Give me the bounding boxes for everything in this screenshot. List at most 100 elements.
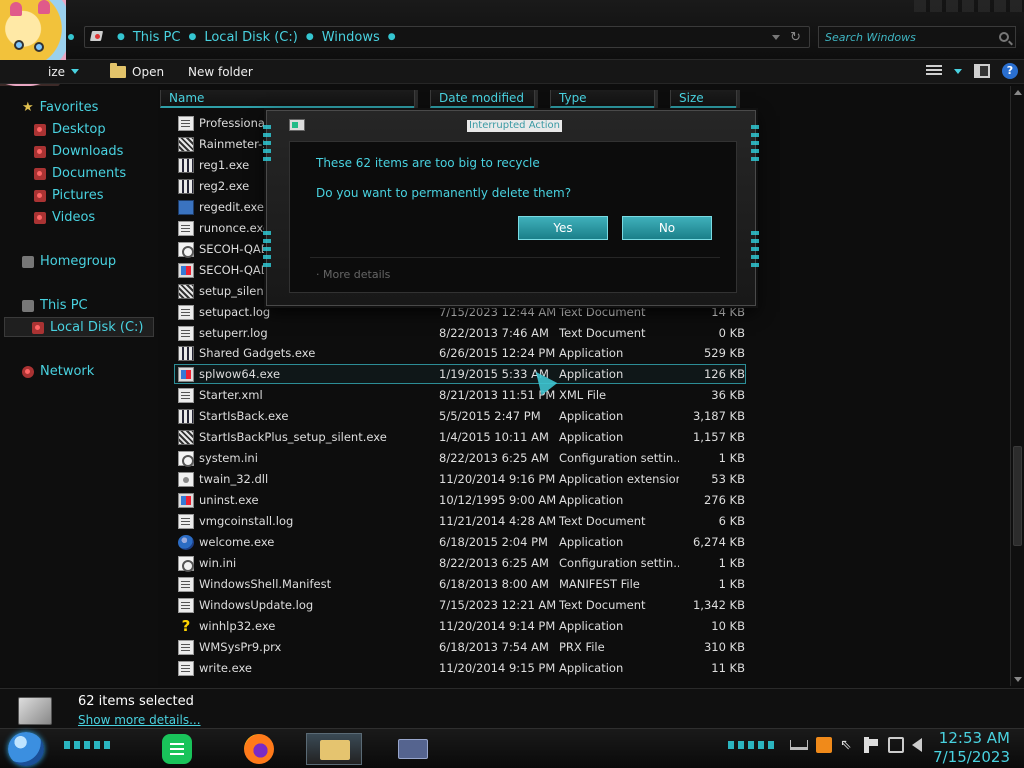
- address-bar[interactable]: ● This PC ● Local Disk (C:) ● Windows ● …: [84, 26, 810, 48]
- file-row[interactable]: system.ini 8/22/2013 6:25 AM Configuration…: [174, 448, 746, 468]
- search-input[interactable]: [825, 30, 985, 44]
- file-explorer-icon: [320, 740, 350, 760]
- breadcrumb-separator[interactable]: ●: [306, 32, 314, 42]
- scroll-up-icon[interactable]: [1014, 90, 1022, 95]
- nav-documents[interactable]: Documents: [34, 166, 126, 181]
- file-row[interactable]: uninst.exe 10/12/1995 9:00 AM Application 2…: [174, 490, 746, 510]
- nav-pictures-label: Pictures: [52, 188, 104, 203]
- chevron-down-icon: [71, 69, 80, 74]
- file-row[interactable]: setuperr.log 8/22/2013 7:46 AM Text Docume…: [174, 323, 746, 343]
- column-header-date[interactable]: Date modified: [430, 90, 538, 108]
- history-dropdown-icon[interactable]: [772, 34, 781, 40]
- new-folder-button[interactable]: New folder: [188, 65, 253, 79]
- search-icon[interactable]: [999, 32, 1009, 42]
- titlebar-decoration: [914, 0, 1024, 12]
- show-more-details-link[interactable]: Show more details...: [78, 713, 201, 727]
- log-file-icon: [178, 660, 194, 676]
- breadcrumb-this-pc[interactable]: This PC: [133, 30, 181, 45]
- log-file-icon: [178, 576, 194, 592]
- nav-downloads[interactable]: Downloads: [34, 144, 123, 159]
- breadcrumb-separator[interactable]: ●: [188, 32, 196, 42]
- keyboard-icon[interactable]: [790, 740, 808, 750]
- start-button[interactable]: [8, 732, 44, 766]
- nav-desktop[interactable]: Desktop: [34, 122, 106, 137]
- nav-videos[interactable]: Videos: [34, 210, 95, 225]
- ini-file-icon: [178, 451, 194, 468]
- file-type: Application extension: [559, 472, 679, 487]
- nav-this-pc[interactable]: This PC: [22, 298, 88, 313]
- globe-file-icon: [178, 535, 194, 550]
- network-status-icon[interactable]: [888, 737, 904, 753]
- no-button[interactable]: No: [622, 216, 712, 240]
- dialog-message: These 62 items are too big to recycle: [316, 156, 540, 170]
- file-row[interactable]: write.exe 11/20/2014 9:15 PM Application 11…: [174, 658, 746, 678]
- more-details-toggle[interactable]: · More details: [316, 268, 390, 281]
- preview-pane-icon[interactable]: [974, 64, 990, 78]
- action-center-flag-icon[interactable]: [864, 737, 880, 753]
- taskbar-notes-app[interactable]: [150, 733, 206, 765]
- breadcrumb-local-disk[interactable]: Local Disk (C:): [204, 30, 297, 45]
- setupreg-file-icon: [178, 178, 194, 194]
- file-row[interactable]: twain_32.dll 11/20/2014 9:16 PM Applicatio…: [174, 469, 746, 489]
- file-row[interactable]: vmgcoinstall.log 11/21/2014 4:28 AM Text D…: [174, 511, 746, 531]
- column-resize-handle[interactable]: [654, 90, 658, 108]
- column-header-name[interactable]: Name: [160, 90, 418, 108]
- nav-network-label: Network: [40, 364, 95, 379]
- dialog-titlebar[interactable]: Interrupted Action: [267, 111, 755, 139]
- organize-button[interactable]: ize: [48, 65, 80, 79]
- column-resize-handle[interactable]: [534, 90, 538, 108]
- file-row[interactable]: StartIsBackPlus_setup_silent.exe 1/4/2015…: [174, 427, 746, 447]
- file-row[interactable]: welcome.exe 6/18/2015 2:04 PM Application 6…: [174, 532, 746, 552]
- column-resize-handle[interactable]: [414, 90, 418, 108]
- breadcrumb-separator[interactable]: ●: [117, 32, 125, 42]
- vertical-scrollbar[interactable]: [1010, 86, 1024, 686]
- file-row[interactable]: win.ini 8/22/2013 6:25 AM Configuration se…: [174, 553, 746, 573]
- nav-favorites[interactable]: ★ Favorites: [22, 100, 98, 115]
- pointer-icon[interactable]: ⇖: [840, 737, 856, 753]
- log-file-icon: [178, 639, 194, 655]
- taskbar-window-app[interactable]: [386, 733, 442, 765]
- scrollbar-thumb[interactable]: [1013, 446, 1022, 546]
- ini-file-icon: [178, 241, 194, 258]
- nav-homegroup[interactable]: Homegroup: [22, 254, 116, 269]
- java-icon[interactable]: [816, 737, 832, 753]
- breadcrumb-windows[interactable]: Windows: [322, 30, 380, 45]
- nav-pictures[interactable]: Pictures: [34, 188, 103, 203]
- nav-local-disk[interactable]: Local Disk (C:): [32, 320, 143, 335]
- view-options-chevron-icon[interactable]: [954, 68, 962, 74]
- open-label: Open: [132, 64, 165, 79]
- file-row[interactable]: Starter.xml 8/21/2013 11:51 PM XML File 36 …: [174, 385, 746, 405]
- open-button[interactable]: Open: [110, 62, 165, 79]
- file-date: 6/18/2013 8:00 AM: [439, 576, 549, 591]
- file-row[interactable]: WMSysPr9.prx 6/18/2013 7:54 AM PRX File 310…: [174, 637, 746, 657]
- breadcrumb-separator[interactable]: ●: [388, 32, 396, 42]
- column-header-size[interactable]: Size: [670, 90, 740, 108]
- file-row[interactable]: ? winhlp32.exe 11/20/2014 9:14 PM Applicati…: [174, 616, 746, 636]
- yes-button[interactable]: Yes: [518, 216, 608, 240]
- column-header-type[interactable]: Type: [550, 90, 658, 108]
- file-size: 6,274 KB: [692, 535, 745, 549]
- help-icon[interactable]: ?: [1002, 63, 1018, 79]
- file-row[interactable]: StartIsBack.exe 5/5/2015 2:47 PM Applicati…: [174, 406, 746, 426]
- expand-icon: ·: [316, 268, 323, 281]
- file-row[interactable]: WindowsUpdate.log 7/15/2023 12:21 AM Text …: [174, 595, 746, 615]
- nav-homegroup-label: Homegroup: [40, 254, 117, 269]
- file-date: 6/18/2015 2:04 PM: [439, 535, 548, 549]
- taskbar-file-explorer[interactable]: [306, 733, 362, 765]
- pictures-icon: [34, 189, 46, 202]
- taskbar-firefox[interactable]: [230, 733, 286, 765]
- window-app-icon: [398, 739, 428, 759]
- taskbar-clock[interactable]: 12:53 AM 7/15/2023: [930, 729, 1010, 767]
- scroll-down-icon[interactable]: [1014, 677, 1022, 682]
- column-resize-handle[interactable]: [736, 90, 740, 108]
- refresh-icon[interactable]: ↻: [790, 30, 801, 45]
- change-view-icon[interactable]: [926, 65, 942, 77]
- file-row[interactable]: WindowsShell.Manifest 6/18/2013 8:00 AM MA…: [174, 574, 746, 594]
- file-row[interactable]: splwow64.exe 1/19/2015 5:33 AM Application…: [174, 364, 746, 385]
- search-box[interactable]: [818, 26, 1016, 48]
- back-button[interactable]: [68, 34, 74, 40]
- file-row[interactable]: Shared Gadgets.exe 6/26/2015 12:24 PM Appl…: [174, 343, 746, 363]
- nav-network[interactable]: Network: [22, 364, 94, 379]
- nav-this-pc-label: This PC: [40, 298, 88, 313]
- volume-icon[interactable]: [912, 738, 922, 752]
